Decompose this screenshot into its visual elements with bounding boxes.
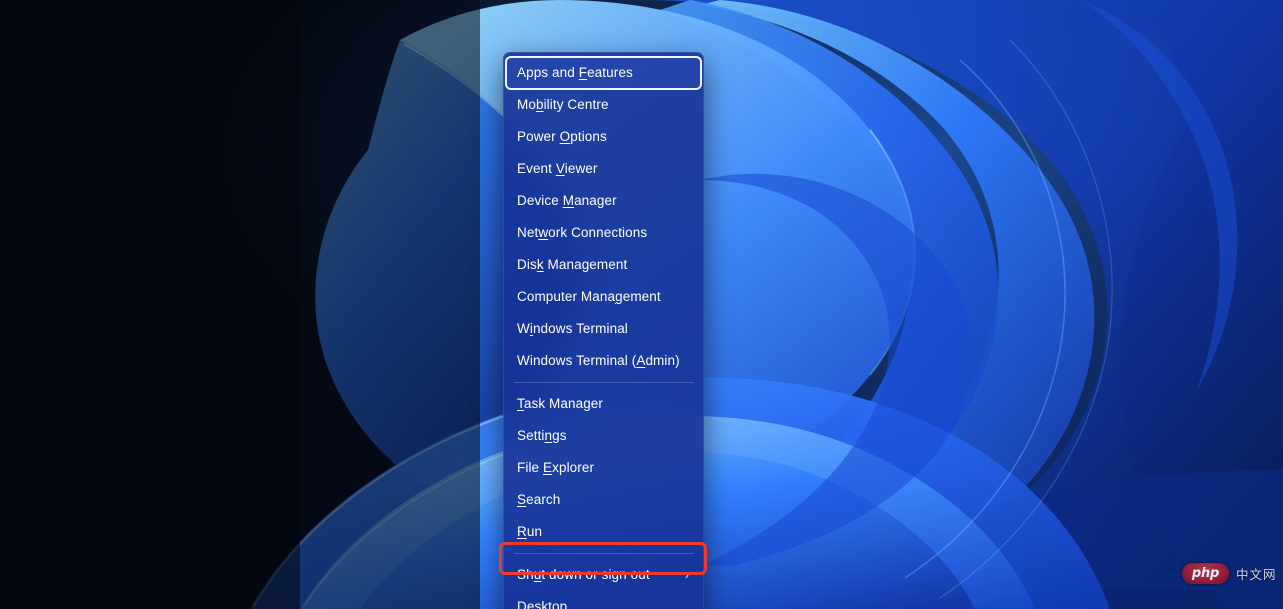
watermark-site-text: 中文网 [1236, 564, 1277, 583]
menu-item-computer-management[interactable]: Computer Management [506, 281, 701, 313]
menu-item-desktop[interactable]: Desktop [506, 591, 701, 609]
menu-item-label: Disk Management [517, 249, 627, 281]
php-logo-badge: php [1182, 563, 1229, 584]
menu-item-label: Search [517, 484, 560, 516]
desktop-screen: Apps and FeaturesMobility CentrePower Op… [0, 0, 1283, 609]
menu-item-label: Computer Management [517, 281, 661, 313]
menu-item-windows-terminal-admin[interactable]: Windows Terminal (Admin) [506, 345, 701, 377]
menu-item-disk-management[interactable]: Disk Management [506, 249, 701, 281]
menu-section: Apps and FeaturesMobility CentrePower Op… [504, 57, 703, 377]
menu-item-task-manager[interactable]: Task Manager [506, 388, 701, 420]
context-menu-body: Apps and FeaturesMobility CentrePower Op… [504, 57, 703, 609]
menu-item-label: Device Manager [517, 185, 617, 217]
menu-item-search[interactable]: Search [506, 484, 701, 516]
menu-item-label: Run [517, 516, 542, 548]
menu-item-label: Power Options [517, 121, 607, 153]
menu-item-label: File Explorer [517, 452, 594, 484]
menu-item-mobility-centre[interactable]: Mobility Centre [506, 89, 701, 121]
menu-item-label: Shut down or sign out [517, 559, 650, 591]
menu-item-label: Task Manager [517, 388, 603, 420]
menu-item-file-explorer[interactable]: File Explorer [506, 452, 701, 484]
menu-item-label: Network Connections [517, 217, 647, 249]
menu-item-settings[interactable]: Settings [506, 420, 701, 452]
menu-item-windows-terminal[interactable]: Windows Terminal [506, 313, 701, 345]
menu-item-shut-down-or-sign-out[interactable]: Shut down or sign out › [506, 559, 701, 591]
win-x-context-menu[interactable]: Apps and FeaturesMobility CentrePower Op… [503, 52, 704, 609]
menu-separator [514, 382, 694, 383]
menu-item-label: Mobility Centre [517, 89, 609, 121]
site-watermark: php 中文网 [1182, 563, 1277, 584]
menu-item-network-connections[interactable]: Network Connections [506, 217, 701, 249]
menu-item-label: Desktop [517, 591, 567, 609]
menu-item-label: Settings [517, 420, 567, 452]
menu-item-run[interactable]: Run [506, 516, 701, 548]
chevron-right-icon: › [685, 569, 689, 581]
menu-item-device-manager[interactable]: Device Manager [506, 185, 701, 217]
menu-item-apps-and-features[interactable]: Apps and Features [506, 57, 701, 89]
menu-item-power-options[interactable]: Power Options [506, 121, 701, 153]
menu-item-event-viewer[interactable]: Event Viewer [506, 153, 701, 185]
menu-separator [514, 553, 694, 554]
menu-section: Task ManagerSettingsFile ExplorerSearchR… [504, 388, 703, 548]
menu-item-label: Windows Terminal [517, 313, 628, 345]
menu-item-label: Event Viewer [517, 153, 598, 185]
menu-item-label: Apps and Features [517, 57, 633, 89]
menu-section: Shut down or sign out › Desktop [504, 559, 703, 609]
menu-item-label: Windows Terminal (Admin) [517, 345, 680, 377]
